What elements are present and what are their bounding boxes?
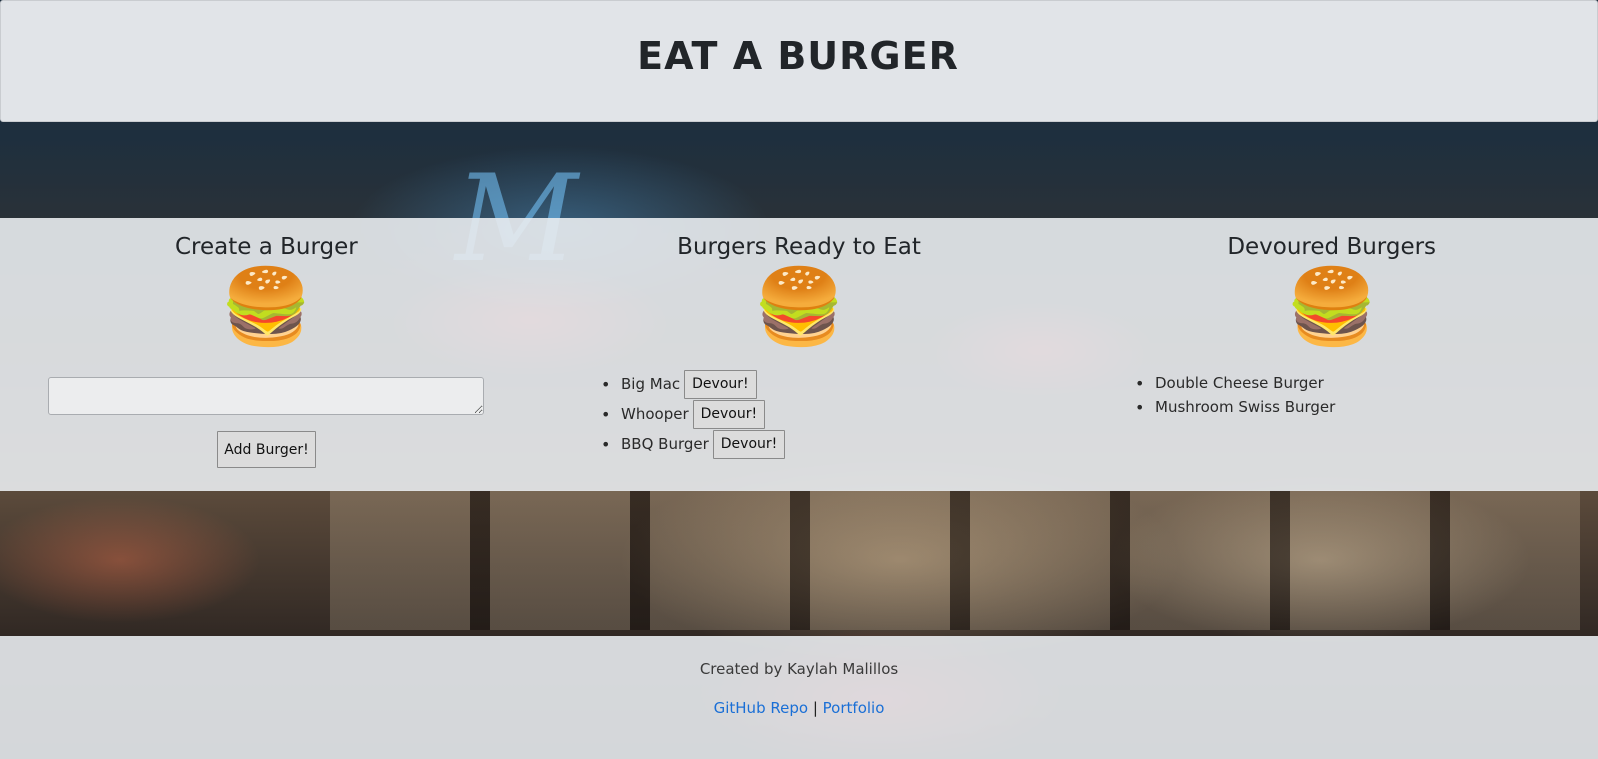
create-burger-column: Create a Burger 🍔 Add Burger! xyxy=(0,218,533,491)
devoured-burgers-list: Double Cheese Burger Mushroom Swiss Burg… xyxy=(1135,371,1335,419)
burger-name: Double Cheese Burger xyxy=(1155,374,1324,392)
page-header: EAT A BURGER xyxy=(0,0,1598,122)
list-item: Big Mac Devour! xyxy=(621,369,785,399)
burger-name: BBQ Burger xyxy=(621,435,709,453)
burger-icon: 🍔 xyxy=(220,264,313,350)
burger-name-input[interactable] xyxy=(48,377,484,415)
footer-credit: Created by Kaylah Malillos xyxy=(699,660,899,678)
page-title: EAT A BURGER xyxy=(637,34,959,78)
list-item: Mushroom Swiss Burger xyxy=(1155,395,1335,419)
devoured-burgers-column: Devoured Burgers 🍔 xyxy=(1065,218,1598,491)
footer-links: GitHub Repo | Portfolio xyxy=(0,699,1598,717)
add-burger-button[interactable]: Add Burger! xyxy=(217,431,316,468)
page-footer: Created by Kaylah Malillos GitHub Repo |… xyxy=(0,636,1598,759)
devour-button[interactable]: Devour! xyxy=(692,399,766,429)
ready-burgers-list: Big Mac Devour! Whooper Devour! BBQ Burg… xyxy=(601,369,786,459)
ready-burgers-heading: Burgers Ready to Eat xyxy=(677,234,921,260)
create-burger-heading: Create a Burger xyxy=(174,234,358,260)
list-item: BBQ Burger Devour! xyxy=(621,429,786,459)
burger-icon: 🍔 xyxy=(752,264,846,350)
devour-button[interactable]: Devour! xyxy=(684,369,757,399)
burger-name: Mushroom Swiss Burger xyxy=(1155,398,1336,416)
devour-button[interactable]: Devour! xyxy=(712,429,786,459)
storefront-decoration xyxy=(330,490,1580,630)
devoured-burgers-heading: Devoured Burgers xyxy=(1227,234,1437,260)
list-item: Whooper Devour! xyxy=(621,399,785,429)
burger-name: Whooper xyxy=(621,405,689,423)
burger-panels: Create a Burger 🍔 Add Burger! Burgers Re… xyxy=(0,218,1598,491)
burger-name: Big Mac xyxy=(621,375,681,393)
github-repo-link[interactable]: GitHub Repo xyxy=(714,699,808,717)
burger-icon: 🍔 xyxy=(1285,264,1378,350)
portfolio-link[interactable]: Portfolio xyxy=(823,699,885,717)
link-separator: | xyxy=(812,699,818,717)
list-item: Double Cheese Burger xyxy=(1155,371,1335,395)
